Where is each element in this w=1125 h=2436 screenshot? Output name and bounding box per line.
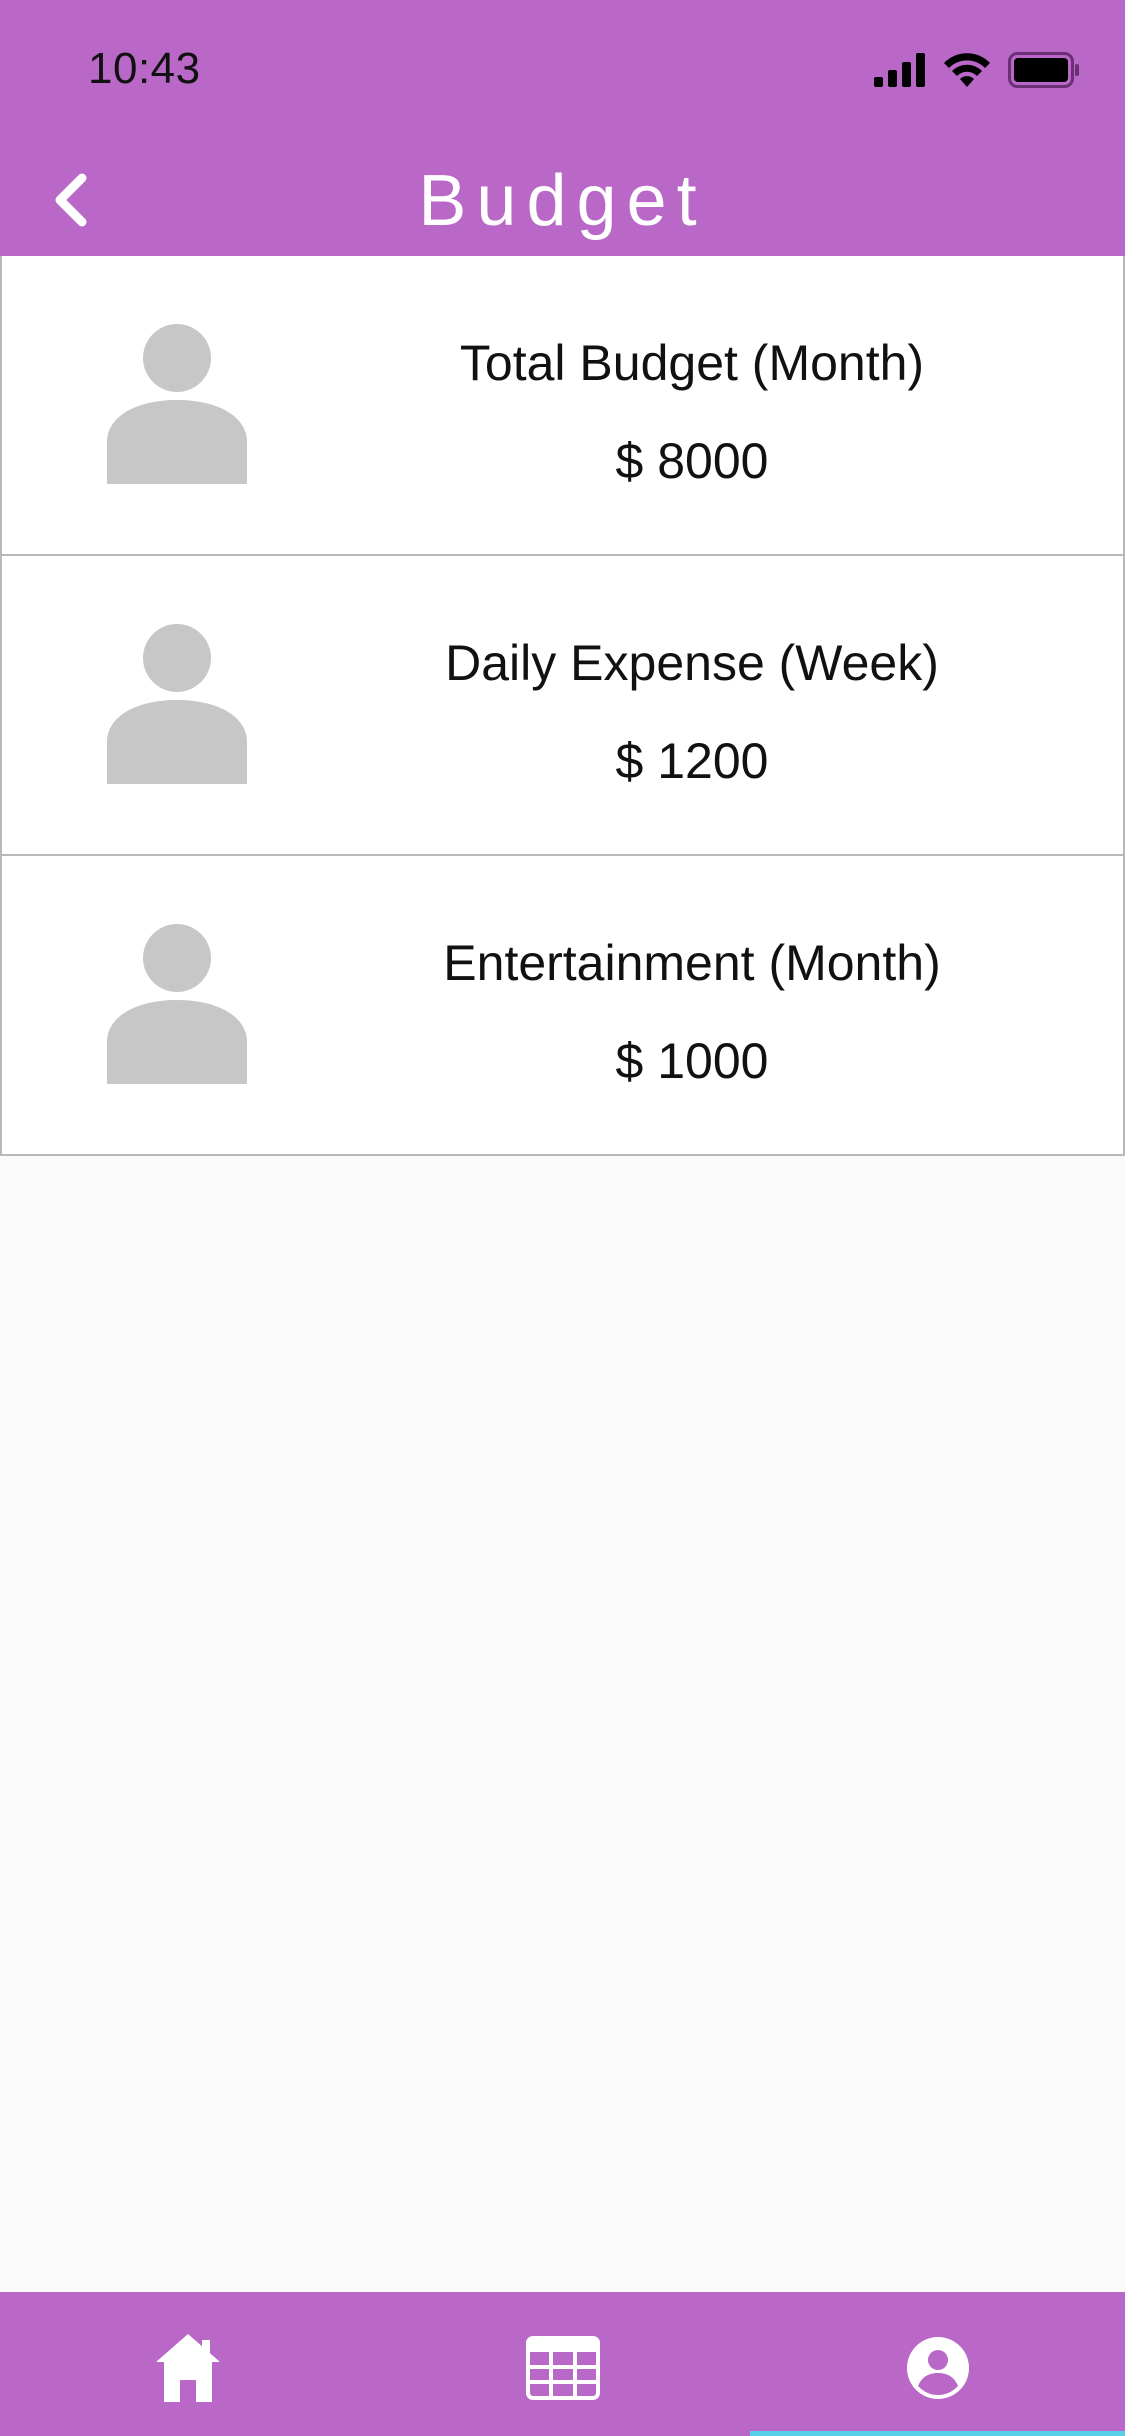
budget-list: Total Budget (Month) $ 8000 Daily Expens… xyxy=(0,256,1125,1156)
budget-item-total[interactable]: Total Budget (Month) $ 8000 xyxy=(0,256,1125,556)
budget-item-entertainment[interactable]: Entertainment (Month) $ 1000 xyxy=(0,856,1125,1156)
budget-item-amount: $ 1200 xyxy=(615,733,769,789)
person-placeholder-icon xyxy=(107,924,247,1084)
budget-item-amount: $ 8000 xyxy=(615,433,769,489)
person-placeholder-icon xyxy=(107,624,247,784)
calendar-grid-icon xyxy=(526,2336,600,2400)
budget-item-daily-expense[interactable]: Daily Expense (Week) $ 1200 xyxy=(0,556,1125,856)
budget-item-title: Entertainment (Month) xyxy=(443,935,941,991)
bottom-tab-bar xyxy=(0,2292,1125,2436)
page-title: Budget xyxy=(418,161,707,241)
status-time: 10:43 xyxy=(88,44,201,93)
budget-item-amount: $ 1000 xyxy=(615,1033,769,1089)
status-icons xyxy=(874,52,1080,88)
tab-home[interactable] xyxy=(148,2328,228,2408)
tab-calendar[interactable] xyxy=(523,2328,603,2408)
battery-icon xyxy=(1008,52,1079,88)
home-icon xyxy=(156,2334,220,2402)
budget-screen: 10:43 Budget Total Budget (Month) $ 8000… xyxy=(0,0,1125,2436)
budget-item-title: Daily Expense (Week) xyxy=(445,635,939,691)
tab-profile[interactable] xyxy=(898,2328,978,2408)
budget-item-title: Total Budget (Month) xyxy=(459,335,925,391)
signal-icon xyxy=(874,53,925,87)
account-circle-icon xyxy=(907,2337,969,2399)
wifi-icon xyxy=(944,53,990,87)
selected-tab-indicator xyxy=(750,2431,1125,2436)
person-placeholder-icon xyxy=(107,324,247,484)
app-header: 10:43 Budget xyxy=(0,0,1125,256)
